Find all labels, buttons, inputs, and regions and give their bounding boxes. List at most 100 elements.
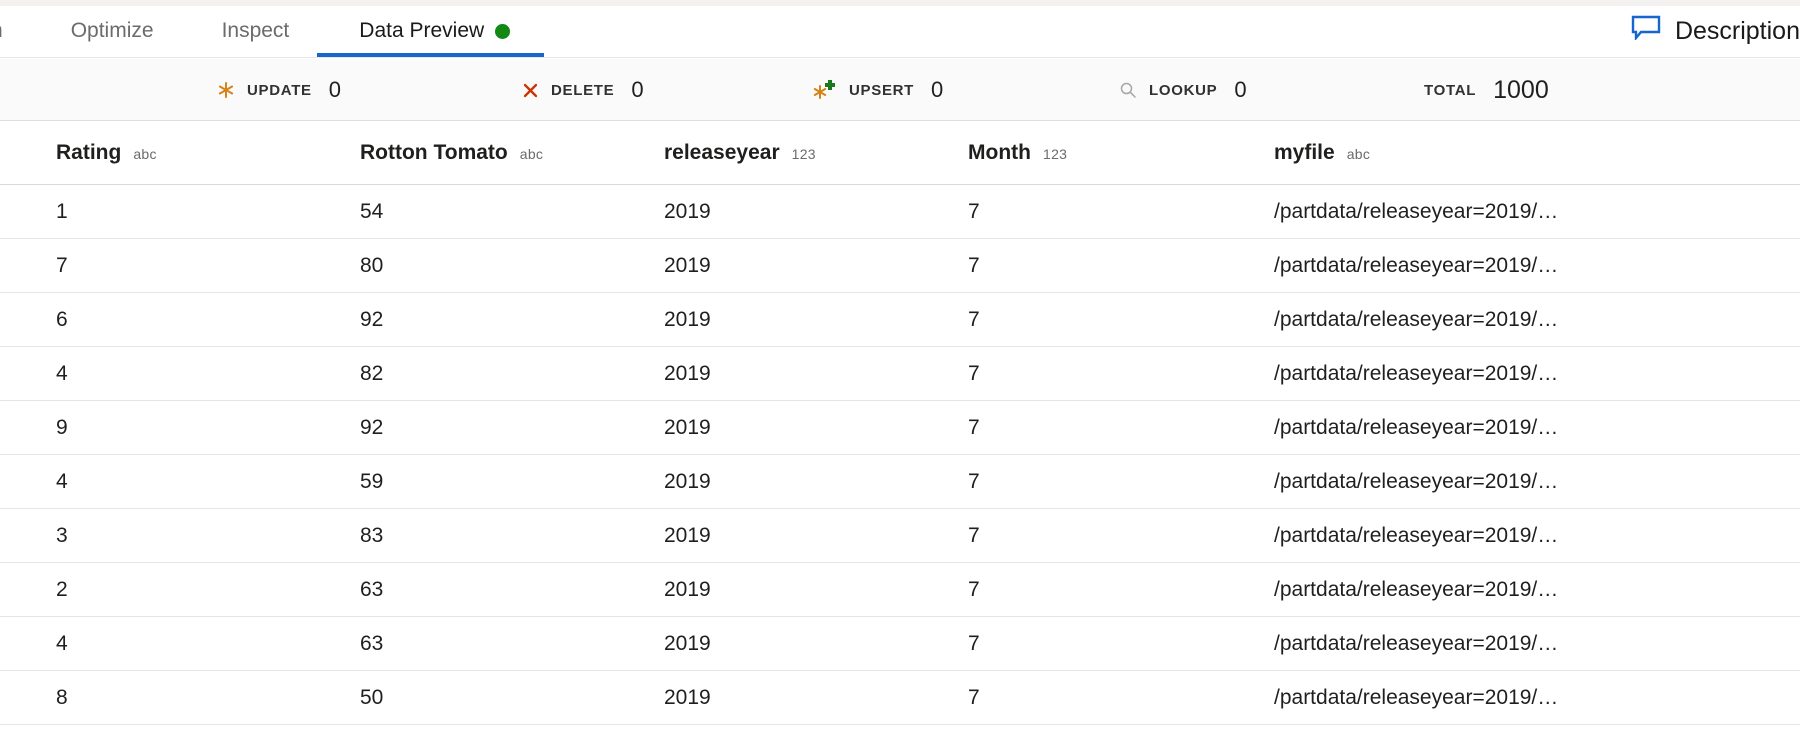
column-header-label: Rating [56,141,122,164]
table-cell-rotton-tomato: 92 [360,415,384,439]
tab-projection[interactable]: jection [0,5,31,57]
column-type-indicator: 123 [791,146,816,162]
table-cell-rotton-tomato: 63 [360,631,384,655]
table-row[interactable]: 9 92 2019 7/partdata/releaseyear=2019/… [0,401,1800,455]
table-cell-releaseyear: 2019 [664,631,711,655]
table-row[interactable]: 2 63 2019 7/partdata/releaseyear=2019/… [0,563,1800,617]
table-cell-releaseyear: 2019 [664,523,711,547]
table-cell-rotton-tomato: 59 [360,469,384,493]
description-button[interactable]: Description [1613,5,1800,57]
column-header-label: Month [968,141,1031,164]
tab-label: Inspect [221,19,290,42]
column-header-releaseyear[interactable]: releaseyear 123 [664,141,968,165]
tab-bar: jection Optimize Inspect Data Preview De… [0,6,1800,58]
data-preview-screen: jection Optimize Inspect Data Preview De… [0,0,1800,751]
column-type-indicator: abc [519,146,544,162]
table-cell-month: 7 [968,415,980,439]
table-cell-rotton-tomato: 50 [360,685,384,709]
table-cell-rating: 6 [56,307,68,331]
tab-optimize[interactable]: Optimize [31,5,182,57]
table-cell-month: 7 [968,307,980,331]
column-header-month[interactable]: Month 123 [968,141,1274,165]
table-cell-releaseyear: 2019 [664,199,711,223]
stat-upsert-label: UPSERT [849,81,915,99]
table-cell-myfile: /partdata/releaseyear=2019/… [1274,307,1559,331]
row-stats-bar: 0 0 UPDATE 0 [0,59,1800,121]
stat-upsert: UPSERT 0 [812,59,943,121]
x-icon [520,80,540,100]
table-cell-myfile: /partdata/releaseyear=2019/… [1274,199,1559,223]
stat-total-label: TOTAL [1424,81,1477,99]
table-row[interactable]: 8 50 2019 7/partdata/releaseyear=2019/… [0,671,1800,725]
table-cell-rating: 9 [56,415,68,439]
table-cell-myfile: /partdata/releaseyear=2019/… [1274,415,1559,439]
table-cell-rating: 2 [56,577,68,601]
column-type-indicator: abc [1346,146,1371,162]
table-body: 1 54 2019 7/partdata/releaseyear=2019/… 7 80 2… [0,185,1800,725]
stat-total-value: 1000 [1493,75,1549,104]
stat-update: UPDATE 0 [216,59,341,121]
table-cell-month: 7 [968,469,980,493]
table-cell-releaseyear: 2019 [664,307,711,331]
table-cell-myfile: /partdata/releaseyear=2019/… [1274,631,1559,655]
table-cell-releaseyear: 2019 [664,469,711,493]
table-cell-rating: 4 [56,469,68,493]
column-header-rating[interactable]: Rating abc [0,141,360,165]
table-cell-releaseyear: 2019 [664,361,711,385]
table-cell-month: 7 [968,361,980,385]
column-header-label: releaseyear [664,141,780,164]
tab-label: Data Preview [359,19,485,42]
column-type-indicator: abc [133,146,157,162]
column-header-rotton-tomato[interactable]: Rotton Tomato abc [360,141,664,165]
table-cell-rating: 1 [56,199,68,223]
stat-lookup: LOOKUP 0 [1118,59,1247,121]
stat-upsert-value: 0 [931,77,944,102]
table-cell-rotton-tomato: 63 [360,577,384,601]
stat-delete-value: 0 [631,77,644,102]
table-cell-rotton-tomato: 92 [360,307,384,331]
table-row[interactable]: 6 92 2019 7/partdata/releaseyear=2019/… [0,293,1800,347]
table-cell-month: 7 [968,199,980,223]
table-cell-myfile: /partdata/releaseyear=2019/… [1274,685,1559,709]
status-dot-icon [495,23,511,39]
tab-label: jection [0,19,3,43]
stat-total: TOTAL 1000 [1424,59,1549,121]
table-cell-rating: 3 [56,523,68,547]
table-row[interactable]: 4 63 2019 7/partdata/releaseyear=2019/… [0,617,1800,671]
table-row[interactable]: 7 80 2019 7/partdata/releaseyear=2019/… [0,239,1800,293]
table-cell-rotton-tomato: 83 [360,523,384,547]
stat-update-label: UPDATE [247,81,312,99]
column-header-label: myfile [1274,141,1335,164]
table-row[interactable]: 4 82 2019 7/partdata/releaseyear=2019/… [0,347,1800,401]
table-cell-month: 7 [968,631,980,655]
table-cell-releaseyear: 2019 [664,415,711,439]
table-cell-releaseyear: 2019 [664,685,711,709]
table-row[interactable]: 3 83 2019 7/partdata/releaseyear=2019/… [0,509,1800,563]
data-preview-table: Rating abc Rotton Tomato abc releaseyear… [0,122,1800,725]
table-header-row: Rating abc Rotton Tomato abc releaseyear… [0,122,1800,185]
table-cell-month: 7 [968,253,980,277]
active-tab-indicator [317,53,545,57]
tab-label: Optimize [70,19,154,42]
table-cell-month: 7 [968,523,980,547]
table-row[interactable]: 1 54 2019 7/partdata/releaseyear=2019/… [0,185,1800,239]
table-row[interactable]: 4 59 2019 7/partdata/releaseyear=2019/… [0,455,1800,509]
table-cell-rotton-tomato: 82 [360,361,384,385]
table-cell-myfile: /partdata/releaseyear=2019/… [1274,469,1559,493]
tab-list: jection Optimize Inspect Data Preview [0,5,545,57]
tab-inspect[interactable]: Inspect [182,5,318,57]
stat-delete: DELETE 0 [520,59,644,121]
table-cell-releaseyear: 2019 [664,253,711,277]
table-cell-month: 7 [968,685,980,709]
description-button-label: Description [1674,16,1800,45]
search-icon [1118,80,1138,100]
table-cell-month: 7 [968,577,980,601]
tab-data-preview[interactable]: Data Preview [317,5,545,57]
asterisk-plus-icon [812,78,838,102]
column-header-myfile[interactable]: myfile abc [1274,141,1800,165]
table-cell-myfile: /partdata/releaseyear=2019/… [1274,253,1559,277]
table-cell-releaseyear: 2019 [664,577,711,601]
column-type-indicator: 123 [1042,146,1068,162]
table-cell-rating: 8 [56,685,68,709]
table-cell-rotton-tomato: 80 [360,253,384,277]
